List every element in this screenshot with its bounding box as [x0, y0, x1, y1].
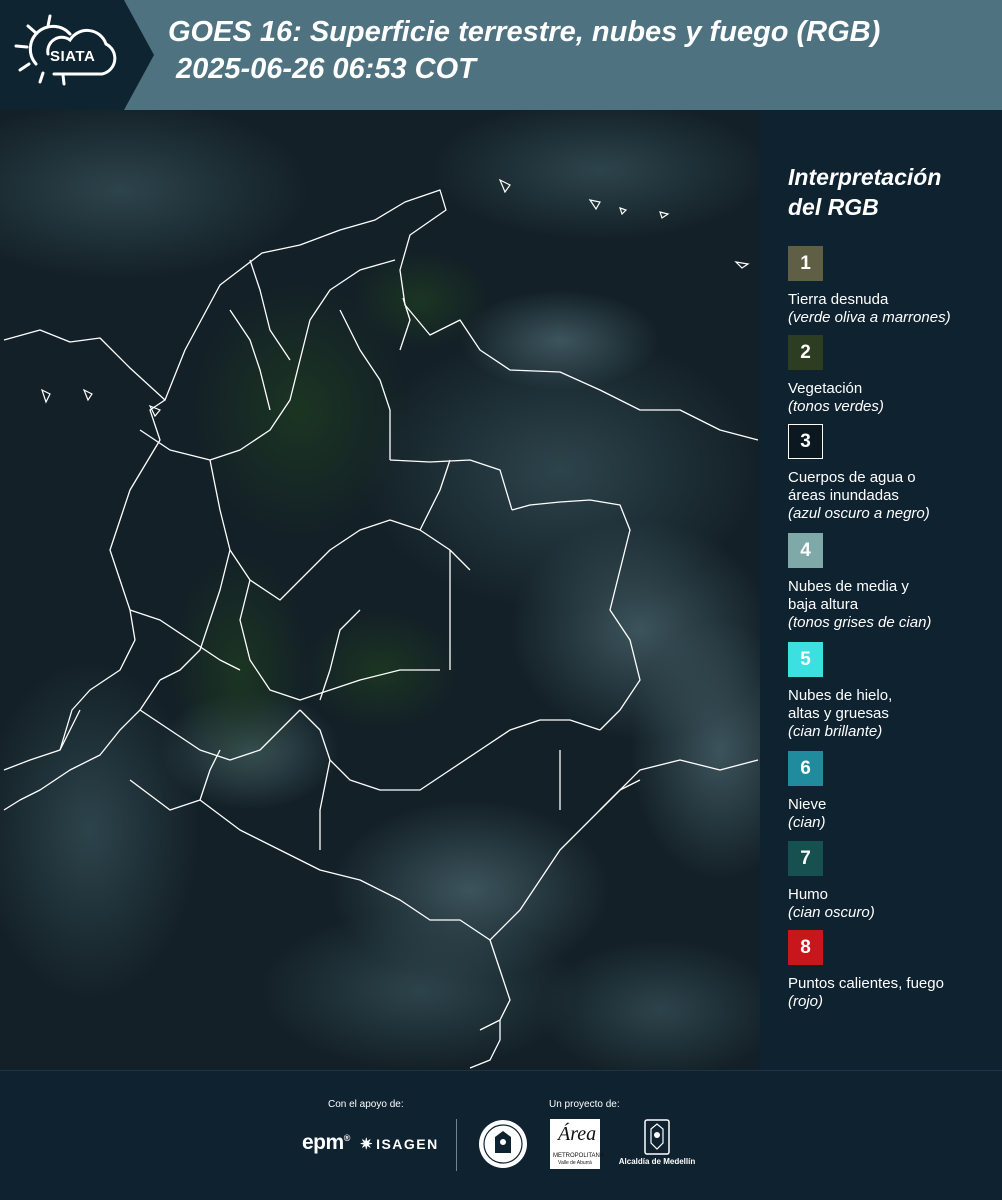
siata-logo-text: SIATA	[50, 48, 96, 65]
seal-icon	[479, 1120, 527, 1168]
legend-label: Nieve	[788, 796, 827, 813]
siata-logo: SIATA	[14, 14, 126, 94]
legend-note: (tonos verdes)	[788, 398, 884, 415]
medellin-coat-of-arms-icon	[644, 1119, 670, 1155]
header-banner: SIATA GOES 16: Superficie terrestre, nub…	[0, 0, 1002, 110]
legend-label: Vegetación	[788, 380, 863, 397]
legend-swatch: 8	[788, 930, 823, 965]
legend-item-low-clouds: 4 Nubes de media y baja altura (tonos gr…	[788, 533, 998, 632]
isagen-logo-text: ISAGEN	[376, 1136, 439, 1152]
legend-number: 7	[800, 847, 811, 869]
isagen-star-icon: ✷	[360, 1136, 375, 1153]
satellite-map[interactable]	[0, 110, 760, 1070]
legend-item-bare-soil: 1 Tierra desnuda (verde oliva a marrones…	[788, 246, 998, 327]
epm-logo-mark: ®	[343, 1133, 351, 1143]
isagen-logo: ✷ ISAGEN	[360, 1135, 439, 1153]
epm-logo: epm®	[302, 1131, 350, 1155]
legend-note: (cian)	[788, 814, 826, 831]
legend-note: (tonos grises de cian)	[788, 614, 932, 631]
legend-item-ice-clouds: 5 Nubes de hielo, altas y gruesas (cian …	[788, 642, 998, 741]
alcaldia-logo-text: Alcaldía de Medellín	[618, 1157, 696, 1166]
rgb-legend: Interpretación del RGB 1 Tierra desnuda …	[760, 110, 1002, 1070]
legend-swatch: 5	[788, 642, 823, 677]
legend-number: 3	[800, 430, 811, 452]
legend-swatch: 2	[788, 335, 823, 370]
legend-note: (cian oscuro)	[788, 904, 875, 921]
legend-number: 4	[800, 539, 811, 561]
legend-swatch: 4	[788, 533, 823, 568]
support-label: Con el apoyo de:	[328, 1099, 404, 1110]
legend-label: áreas inundadas	[788, 487, 899, 504]
legend-label: Puntos calientes, fuego	[788, 975, 944, 992]
legend-swatch: 6	[788, 751, 823, 786]
amva-logo-region: Valle de Aburrá	[558, 1160, 592, 1166]
footer-sponsors: Con el apoyo de: Un proyecto de: epm® ✷ I…	[0, 1070, 1002, 1200]
page-title: GOES 16: Superficie terrestre, nubes y f…	[168, 14, 998, 88]
legend-item-smoke: 7 Humo (cian oscuro)	[788, 841, 998, 922]
area-metropolitana-logo: Área METROPOLITANA Valle de Aburrá	[550, 1119, 604, 1169]
legend-label: Nubes de hielo,	[788, 687, 893, 704]
colombia-rgb-map[interactable]	[0, 110, 760, 1070]
legend-title: Interpretación del RGB	[788, 162, 998, 222]
footer-divider	[456, 1119, 457, 1171]
legend-item-snow: 6 Nieve (cian)	[788, 751, 998, 832]
title-line-1: GOES 16: Superficie terrestre, nubes y f…	[168, 16, 881, 48]
legend-note: (cian brillante)	[788, 723, 883, 740]
legend-label: altas y gruesas	[788, 705, 889, 722]
legend-label: Humo	[788, 886, 829, 903]
alcaldia-medellin-logo: Alcaldía de Medellín	[612, 1119, 702, 1175]
epm-logo-text: epm	[302, 1131, 344, 1154]
legend-item-vegetation: 2 Vegetación (tonos verdes)	[788, 335, 998, 416]
legend-note: (rojo)	[788, 993, 824, 1010]
amva-logo-script: Área	[558, 1123, 597, 1145]
legend-label: baja altura	[788, 596, 859, 613]
title-timestamp: 2025-06-26 06:53 COT	[176, 53, 476, 85]
amva-logo-name: METROPOLITANA	[553, 1153, 604, 1159]
legend-label: Tierra desnuda	[788, 291, 889, 308]
legend-swatch: 3	[788, 424, 823, 459]
legend-note: (azul oscuro a negro)	[788, 505, 930, 522]
legend-number: 2	[800, 341, 811, 363]
project-label: Un proyecto de:	[549, 1099, 620, 1110]
legend-item-water: 3 Cuerpos de agua o áreas inundadas (azu…	[788, 424, 998, 523]
legend-swatch: 7	[788, 841, 823, 876]
legend-number: 1	[800, 252, 811, 274]
legend-title-line-2: del RGB	[788, 194, 879, 220]
legend-note: (verde oliva a marrones)	[788, 309, 951, 326]
legend-swatch: 1	[788, 246, 823, 281]
legend-number: 6	[800, 757, 811, 779]
legend-number: 8	[800, 936, 811, 958]
legend-number: 5	[800, 648, 811, 670]
legend-label: Cuerpos de agua o	[788, 469, 916, 486]
legend-label: Nubes de media y	[788, 578, 909, 595]
legend-title-line-1: Interpretación	[788, 164, 942, 190]
legend-item-fire: 8 Puntos calientes, fuego (rojo)	[788, 930, 998, 1011]
